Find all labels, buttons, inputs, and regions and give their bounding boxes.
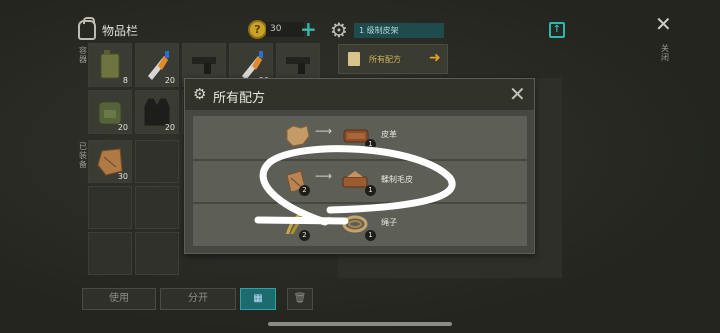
- annotation-scribble: [254, 145, 456, 226]
- home-indicator: [268, 322, 452, 326]
